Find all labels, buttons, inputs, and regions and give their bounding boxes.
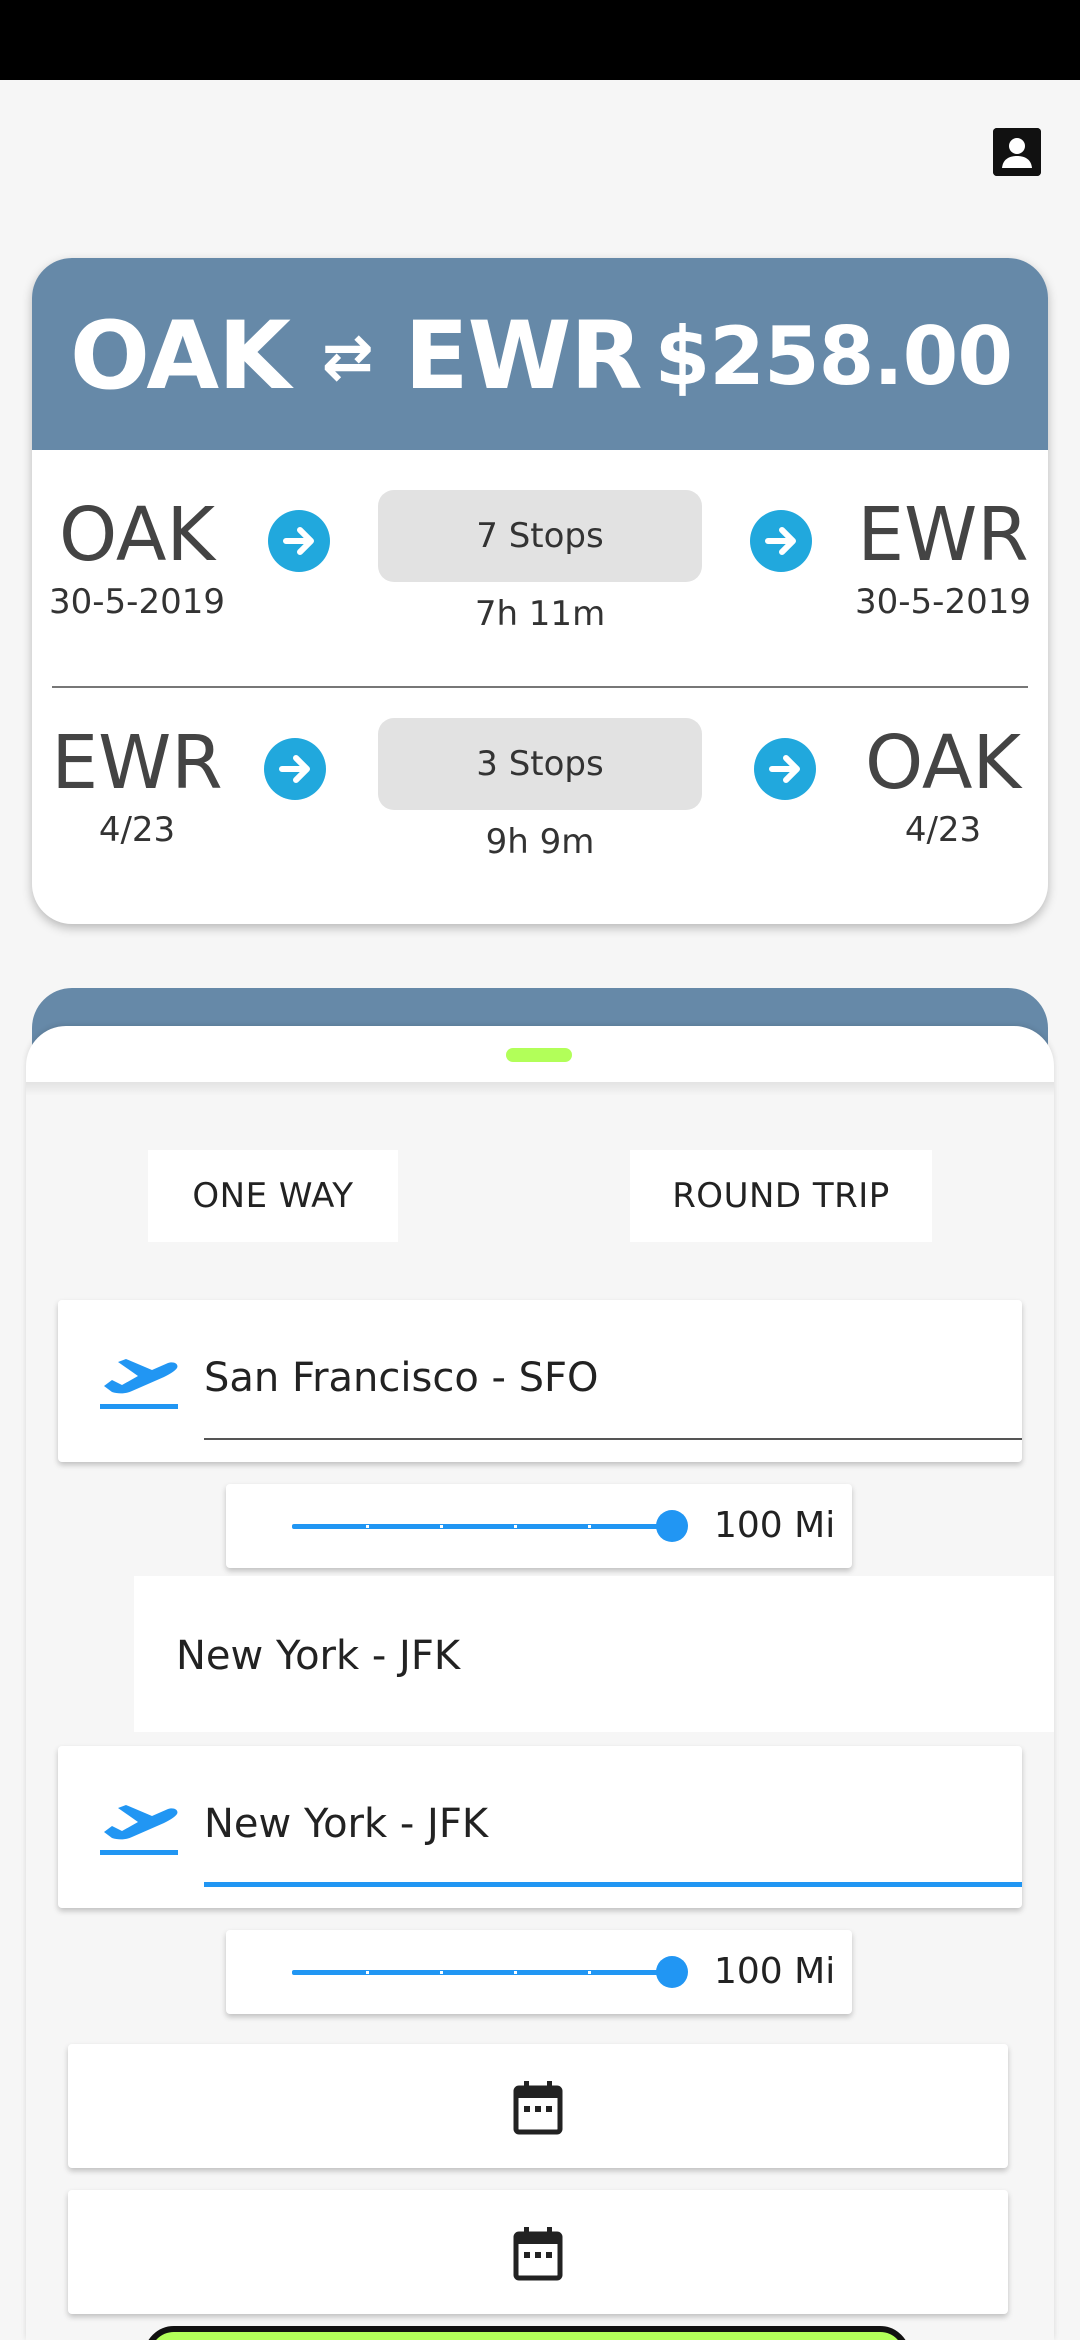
destination-input[interactable]: New York - JFK — [204, 1796, 488, 1852]
leg-divider — [52, 686, 1028, 688]
one-way-button[interactable]: ONE WAY — [148, 1150, 398, 1242]
account-box-icon — [993, 128, 1041, 176]
leg-origin-code: EWR — [51, 720, 223, 806]
arrow-right-circle-icon — [264, 738, 326, 800]
destination-input-underline — [204, 1882, 1022, 1887]
leg-origin-date: 4/23 — [98, 810, 176, 850]
search-bottom-sheet[interactable]: ONE WAY ROUND TRIP San Francisco - SFO 1… — [26, 1026, 1054, 2340]
return-date-button[interactable] — [68, 2190, 1008, 2314]
destination-airport-card: New York - JFK — [58, 1746, 1022, 1908]
origin-input[interactable]: San Francisco - SFO — [204, 1350, 599, 1406]
sheet-drag-handle[interactable] — [506, 1048, 572, 1062]
departure-date-button[interactable] — [68, 2044, 1008, 2168]
outbound-leg: OAK 30-5-2019 7 Stops 7h 11m EWR 30-5-20… — [32, 490, 1048, 690]
swap-icon: ⇄ — [321, 320, 374, 393]
flight-takeoff-icon — [98, 1352, 182, 1414]
origin-radius-slider[interactable] — [292, 1524, 672, 1529]
status-bar — [0, 0, 1080, 80]
profile-button[interactable] — [993, 128, 1041, 176]
destination-radius-value: 100 Mi — [714, 1951, 836, 1992]
origin-radius-slider-thumb[interactable] — [656, 1510, 688, 1542]
arrow-right-circle-icon — [268, 510, 330, 572]
leg-destination-date: 4/23 — [904, 810, 982, 850]
arrow-right-circle-icon — [754, 738, 816, 800]
leg-origin-code: OAK — [58, 492, 216, 578]
leg-origin-date: 30-5-2019 — [49, 582, 225, 622]
calendar-icon — [512, 2226, 564, 2282]
arrow-right-circle-icon — [750, 510, 812, 572]
leg-destination-code: EWR — [857, 492, 1029, 578]
return-leg: EWR 4/23 3 Stops 9h 9m OAK 4/23 — [32, 718, 1048, 918]
card-header: OAK ⇄ EWR $258.00 — [32, 258, 1048, 450]
route-title: OAK ⇄ EWR — [70, 302, 643, 412]
suggestion-text: New York - JFK — [176, 1633, 461, 1679]
leg-destination-code: OAK — [864, 720, 1022, 806]
leg-destination-date: 30-5-2019 — [855, 582, 1031, 622]
destination-radius-slider-card: 100 Mi — [226, 1930, 852, 2014]
flight-result-card[interactable]: OAK ⇄ EWR $258.00 OAK 30-5-2019 7 Stops … — [32, 258, 1048, 924]
leg-duration: 7h 11m — [474, 594, 606, 634]
origin-radius-value: 100 Mi — [714, 1505, 836, 1546]
price: $258.00 — [654, 310, 1013, 403]
search-button[interactable] — [144, 2326, 910, 2340]
route-destination: EWR — [404, 302, 642, 411]
autocomplete-suggestion[interactable]: New York - JFK — [134, 1576, 1054, 1732]
destination-radius-slider-thumb[interactable] — [656, 1956, 688, 1988]
calendar-icon — [512, 2080, 564, 2136]
stops-badge: 7 Stops — [378, 490, 702, 582]
origin-input-underline — [204, 1438, 1022, 1440]
stops-badge: 3 Stops — [378, 718, 702, 810]
origin-radius-slider-card: 100 Mi — [226, 1484, 852, 1568]
origin-airport-card: San Francisco - SFO — [58, 1300, 1022, 1462]
route-origin: OAK — [70, 302, 291, 411]
round-trip-button[interactable]: ROUND TRIP — [630, 1150, 932, 1242]
search-form: ONE WAY ROUND TRIP San Francisco - SFO 1… — [26, 1082, 1054, 2340]
flight-takeoff-icon — [98, 1798, 182, 1860]
leg-duration: 9h 9m — [485, 822, 595, 862]
destination-radius-slider[interactable] — [292, 1970, 672, 1975]
